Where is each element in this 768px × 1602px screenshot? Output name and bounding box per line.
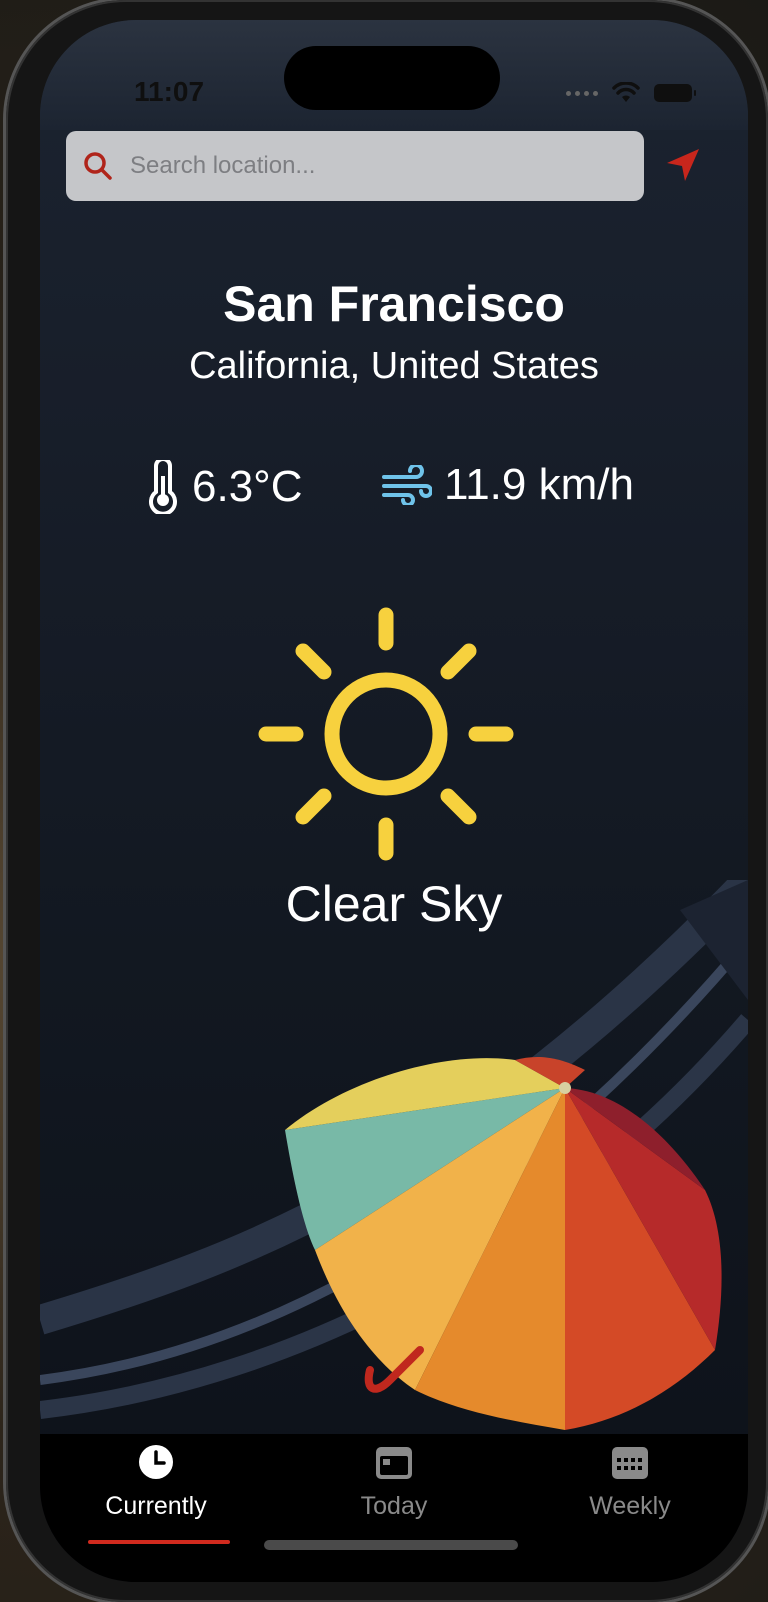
status-icons: [566, 82, 696, 104]
wifi-icon: [612, 82, 640, 102]
app-screen: 11:07 San Francisco California, U: [40, 20, 748, 1582]
home-indicator: [264, 1540, 518, 1550]
tab-label-weekly: Weekly: [589, 1492, 671, 1520]
active-tab-indicator: [88, 1540, 230, 1544]
tab-label-currently: Currently: [105, 1492, 207, 1520]
calendar-grid-icon: [612, 1447, 648, 1479]
wind-metric: 11.9 km/h: [382, 460, 634, 510]
calendar-icon: [376, 1447, 412, 1479]
location-arrow-icon: [667, 149, 699, 181]
tab-weekly[interactable]: Weekly: [530, 1444, 730, 1554]
wind-icon: [382, 465, 432, 505]
battery-icon: [654, 84, 696, 102]
search-input[interactable]: [130, 152, 610, 180]
temperature-value: 6.3°C: [192, 462, 303, 511]
umbrella-illustration: [40, 880, 748, 1430]
dynamic-island: [284, 46, 500, 110]
weather-metrics: 6.3°C 11.9 km/h: [40, 460, 748, 530]
phone-frame: 11:07 San Francisco California, U: [6, 0, 768, 1602]
sun-icon: [252, 595, 532, 875]
signal-dots-icon: [566, 90, 598, 96]
tab-today[interactable]: Today: [294, 1444, 494, 1554]
thermometer-icon: [149, 460, 177, 514]
temperature-metric: 6.3°C: [146, 460, 303, 514]
clock-icon: [139, 1445, 173, 1479]
status-time: 11:07: [134, 76, 205, 107]
region-name: California, United States: [189, 345, 599, 387]
search-icon: [84, 152, 112, 180]
search-bar[interactable]: [66, 131, 644, 201]
tab-bar: Currently Today Weekly: [40, 1434, 748, 1582]
city-name: San Francisco: [223, 276, 565, 332]
wind-value: 11.9 km/h: [444, 460, 634, 509]
tab-currently[interactable]: Currently: [56, 1444, 256, 1554]
current-location-button[interactable]: [660, 142, 706, 188]
tab-label-today: Today: [360, 1492, 428, 1520]
